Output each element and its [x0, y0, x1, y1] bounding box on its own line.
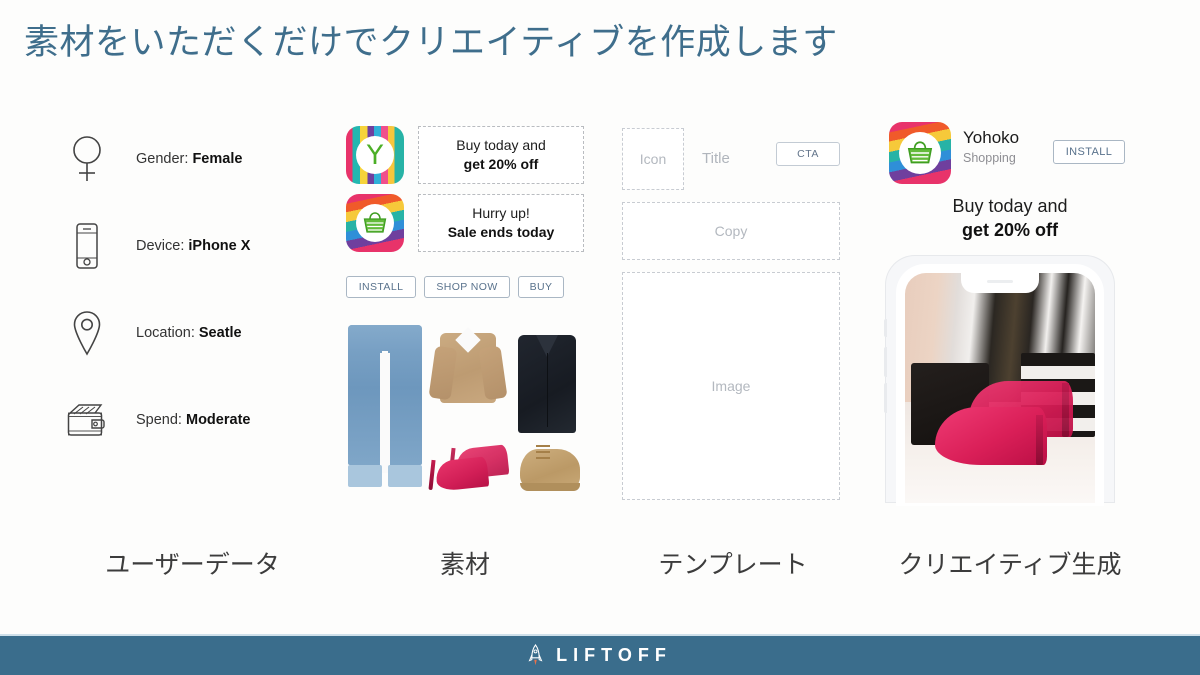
gender-female-icon — [60, 132, 114, 186]
user-data-row-location: Location: Seatle — [60, 304, 325, 362]
column-caption-template: テンプレート — [658, 551, 808, 579]
app-icon-disc — [356, 204, 394, 242]
page-title: 素材をいただくだけでクリエイティブを作成します — [24, 23, 838, 62]
creative-copy: Buy today and get 20% off — [885, 194, 1135, 243]
user-data-value-gender: Female — [192, 151, 243, 167]
product-blue-jeans — [346, 325, 424, 495]
column-caption-creative: クリエイティブ生成 — [898, 551, 1122, 579]
template-cta-placeholder[interactable]: CTA — [776, 142, 840, 166]
cta-asset-buy[interactable]: BUY — [518, 276, 564, 298]
column-template: Icon Title CTA Copy Image — [618, 120, 848, 540]
creative-install-button[interactable]: INSTALL — [1053, 140, 1125, 164]
user-data-text-gender: Gender: Female — [136, 151, 242, 167]
template-title-placeholder[interactable]: Title — [702, 150, 730, 167]
app-icon-disc: Y — [356, 136, 394, 174]
footer-brand: LIFTOFF — [556, 645, 672, 665]
user-data-label-device: Device: — [136, 238, 185, 254]
template-image-placeholder[interactable]: Image — [622, 272, 840, 500]
template-copy-placeholder[interactable]: Copy — [622, 202, 840, 260]
column-caption-user-data: ユーザーデータ — [105, 551, 280, 579]
creative-app-icon — [889, 122, 951, 184]
cta-asset-shop-now[interactable]: SHOP NOW — [424, 276, 510, 298]
user-data-value-location: Seatle — [198, 325, 242, 341]
user-data-label-location: Location: — [136, 325, 195, 341]
location-pin-icon — [60, 306, 114, 360]
yohoko-basket-app-icon — [346, 194, 404, 252]
product-camel-sweater — [428, 327, 508, 407]
product-collage — [340, 325, 590, 505]
template-icon-placeholder[interactable]: Icon — [622, 128, 684, 190]
wallet-icon — [60, 393, 114, 447]
smartphone-icon — [60, 219, 114, 273]
cta-asset-install[interactable]: INSTALL — [346, 276, 416, 298]
text-asset-line2: get 20% off — [463, 156, 539, 172]
user-data-value-device: iPhone X — [188, 238, 251, 254]
user-data-value-spend: Moderate — [186, 412, 251, 428]
text-asset-line1: Hurry up! — [472, 205, 530, 222]
phone-speaker — [987, 280, 1013, 283]
creative-app-name: Yohoko — [963, 128, 1020, 147]
user-data-row-device: Device: iPhone X — [60, 217, 325, 275]
text-asset-box-2: Hurry up! Sale ends today — [418, 194, 584, 252]
column-generated-creative: Yohoko Shopping INSTALL Buy today and ge… — [884, 120, 1135, 540]
product-tan-boots — [518, 433, 584, 491]
shopping-basket-icon — [363, 212, 387, 233]
column-assets: Y Buy today and get 20% off Hurry up! Sa… — [340, 120, 590, 540]
text-asset-line2: Sale ends today — [447, 224, 555, 240]
creative-copy-line2: get 20% off — [961, 220, 1058, 241]
user-data-row-gender: Gender: Female — [60, 130, 325, 188]
app-icon-letter: Y — [366, 139, 384, 171]
user-data-text-device: Device: iPhone X — [136, 238, 250, 254]
creative-copy-line1: Buy today and — [952, 196, 1068, 216]
creative-header: Yohoko Shopping INSTALL — [885, 120, 1135, 184]
column-user-data: Gender: Female Device: iPhone X Location… — [60, 120, 325, 540]
rocket-icon — [528, 643, 543, 665]
iphone-mockup — [884, 255, 1115, 503]
user-data-text-location: Location: Seatle — [136, 325, 242, 341]
creative-app-category: Shopping — [963, 151, 1016, 165]
user-data-label-spend: Spend: — [136, 412, 182, 428]
user-data-label-gender: Gender: — [136, 151, 189, 167]
phone-notch — [961, 273, 1039, 293]
app-icon-disc — [899, 132, 941, 174]
text-asset-box-1: Buy today and get 20% off — [418, 126, 584, 184]
user-data-row-spend: Spend: Moderate — [60, 391, 325, 449]
user-data-text-spend: Spend: Moderate — [136, 412, 250, 428]
footer-bar: LIFTOFF — [0, 634, 1200, 675]
phone-screen-image — [905, 273, 1095, 503]
column-caption-assets: 素材 — [439, 551, 490, 579]
screen-pink-heel-front — [935, 373, 1047, 465]
shopping-basket-icon — [907, 141, 933, 164]
phone-frame — [899, 267, 1101, 503]
product-pink-heels — [428, 417, 516, 495]
yohoko-y-app-icon: Y — [346, 126, 404, 184]
content-columns: Gender: Female Device: iPhone X Location… — [0, 120, 1200, 540]
text-asset-line1: Buy today and — [456, 137, 546, 154]
product-navy-coat — [512, 327, 582, 435]
